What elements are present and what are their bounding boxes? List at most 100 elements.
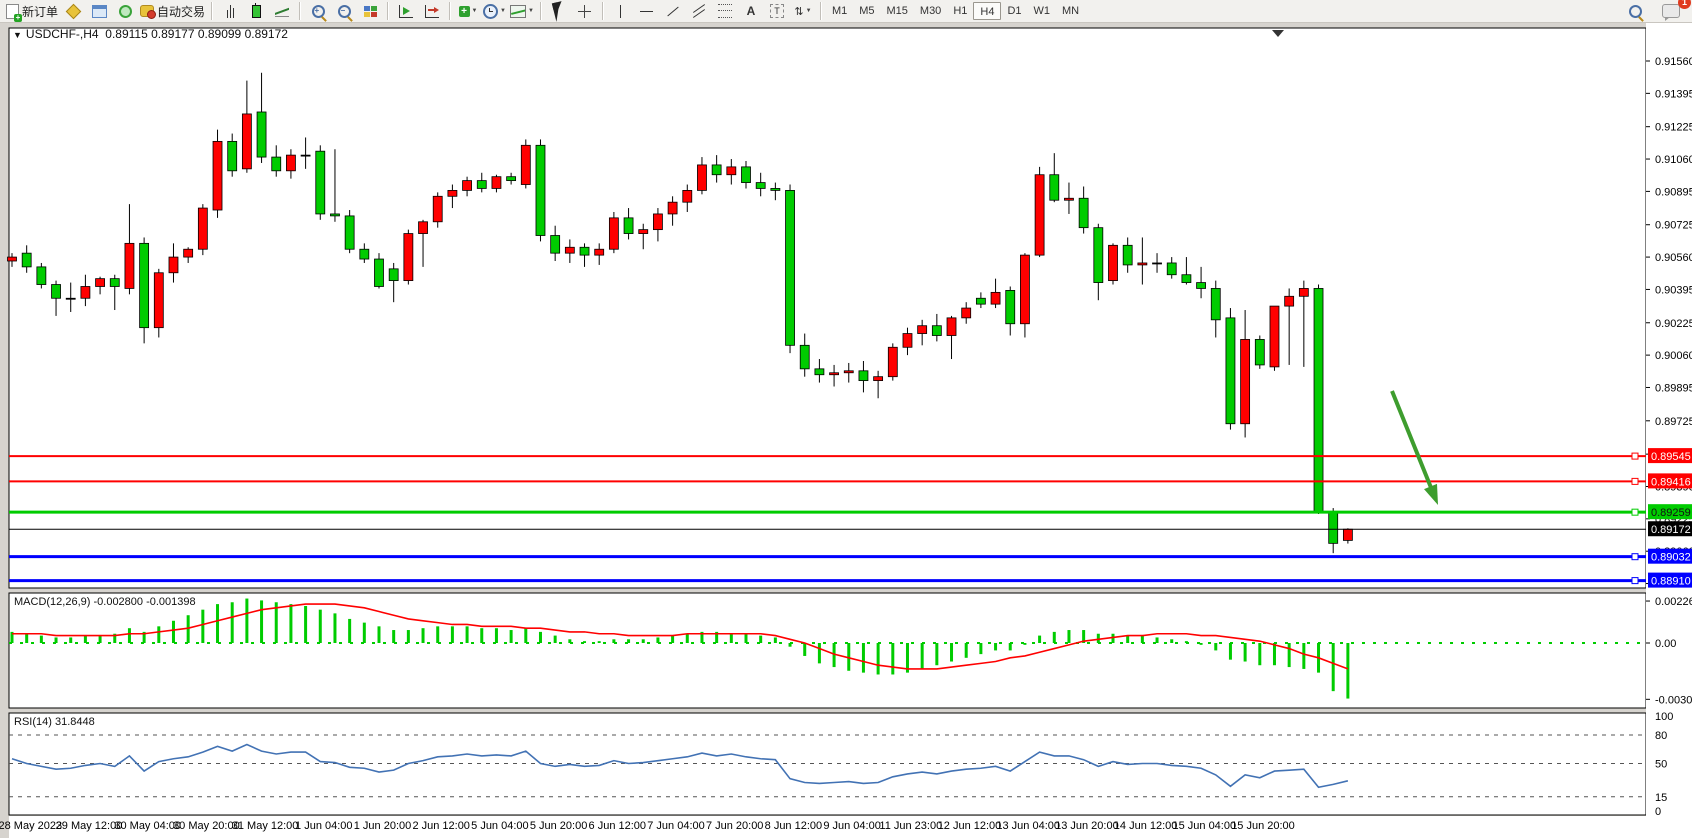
macd-bar <box>1244 643 1247 662</box>
macd-bar <box>333 613 336 643</box>
notifications-button[interactable]: 1 <box>1658 1 1684 21</box>
trendline-tool-button[interactable] <box>660 1 686 21</box>
time-tick-label: 2 Jun 12:00 <box>412 820 470 832</box>
arrows-tool-button[interactable]: ⇅▼ <box>790 1 816 21</box>
line-chart-button[interactable] <box>269 1 295 21</box>
timeframe-m1-button[interactable]: M1 <box>826 2 853 20</box>
autotrading-button[interactable]: 自动交易 <box>138 1 207 21</box>
level-anchor-marker[interactable] <box>1632 453 1638 459</box>
search-button[interactable] <box>1622 1 1648 21</box>
indicators-icon: + <box>459 6 470 17</box>
notification-badge: 1 <box>1678 0 1691 9</box>
candle-body <box>918 326 927 334</box>
macd-bar <box>348 619 351 643</box>
text-tool-button[interactable]: A <box>738 1 764 21</box>
new-order-button[interactable]: + 新订单 <box>4 1 60 21</box>
timeframe-h1-button[interactable]: H1 <box>947 2 973 20</box>
one-click-expander-icon[interactable]: ▼ <box>13 30 22 40</box>
tile-windows-button[interactable] <box>357 1 383 21</box>
candle-body <box>389 269 398 281</box>
macd-bar <box>1023 643 1026 645</box>
bar-chart-button[interactable] <box>217 1 243 21</box>
candle-body <box>1343 529 1352 540</box>
strategy-signal-button[interactable] <box>112 1 138 21</box>
fibonacci-tool-button[interactable] <box>712 1 738 21</box>
main-pane[interactable] <box>9 28 1646 588</box>
macd-bar <box>378 626 381 643</box>
channel-tool-button[interactable] <box>686 1 712 21</box>
macd-bar <box>1038 636 1041 643</box>
auto-scroll-icon <box>399 5 413 18</box>
label-tool-button[interactable]: T <box>764 1 790 21</box>
macd-bar <box>1288 643 1291 667</box>
zoom-in-button[interactable]: + <box>305 1 331 21</box>
candle-body <box>507 177 516 181</box>
macd-bar <box>803 643 806 656</box>
rsi-value: 31.8448 <box>55 716 95 728</box>
macd-bar <box>510 630 513 643</box>
rsi-tick-label: 15 <box>1655 792 1667 804</box>
vertical-line-icon <box>620 5 621 18</box>
macd-bar <box>1200 643 1203 645</box>
level-anchor-marker[interactable] <box>1632 509 1638 515</box>
timeframe-mn-button[interactable]: MN <box>1056 2 1085 20</box>
time-tick-label: 12 Jun 12:00 <box>938 820 1002 832</box>
macd-value: -0.002800 <box>93 596 143 608</box>
candle-body <box>771 188 780 190</box>
candlestick-chart-button[interactable] <box>243 1 269 21</box>
macd-bar <box>612 639 615 643</box>
candle-body <box>844 371 853 373</box>
macd-bar <box>363 623 366 643</box>
candle-body <box>859 371 868 381</box>
cursor-tool-button[interactable] <box>546 1 572 21</box>
price-tick-label: 0.90225 <box>1655 318 1692 330</box>
market-watch-button[interactable] <box>60 1 86 21</box>
data-window-button[interactable] <box>86 1 112 21</box>
auto-scroll-button[interactable] <box>393 1 419 21</box>
timeframe-d1-button[interactable]: D1 <box>1001 2 1027 20</box>
macd-bar <box>642 639 645 643</box>
candle-body <box>1109 245 1118 280</box>
timeframe-h4-button[interactable]: H4 <box>973 2 1001 20</box>
macd-bar <box>201 610 204 643</box>
level-anchor-marker[interactable] <box>1632 554 1638 560</box>
candle-body <box>37 267 46 285</box>
macd-bar <box>304 606 307 643</box>
macd-bar <box>789 643 792 647</box>
crosshair-tool-button[interactable] <box>572 1 598 21</box>
label-tool-icon: T <box>770 4 784 18</box>
candle-body <box>125 243 134 288</box>
price-tick-label: 0.89725 <box>1655 416 1692 428</box>
timeframe-m5-button[interactable]: M5 <box>853 2 880 20</box>
toolbar-separator <box>211 2 213 20</box>
zoom-out-button[interactable]: − <box>331 1 357 21</box>
timeframe-w1-button[interactable]: W1 <box>1028 2 1057 20</box>
indicators-button[interactable]: +▼ <box>455 1 481 21</box>
candle-body <box>932 326 941 336</box>
vertical-line-tool-button[interactable] <box>608 1 634 21</box>
chart-shift-button[interactable] <box>419 1 445 21</box>
timeframe-m15-button[interactable]: M15 <box>881 2 914 20</box>
candle-body <box>213 141 222 210</box>
price-level-label: 0.89545 <box>1651 451 1691 463</box>
trendline-icon <box>667 6 678 16</box>
chart-canvas[interactable]: 0.915600.913950.912250.910600.908950.907… <box>0 23 1692 838</box>
level-anchor-marker[interactable] <box>1632 478 1638 484</box>
quote-line[interactable]: ▼USDCHF-,H4 0.89115 0.89177 0.89099 0.89… <box>13 27 288 41</box>
timeframe-m30-button[interactable]: M30 <box>914 2 947 20</box>
level-anchor-marker[interactable] <box>1632 578 1638 584</box>
candle-body <box>991 292 1000 304</box>
candle-body <box>1329 512 1338 543</box>
templates-button[interactable]: ▼ <box>508 1 536 21</box>
macd-bar <box>759 636 762 643</box>
macd-bar <box>422 628 425 643</box>
quote-high: 0.89177 <box>151 27 194 41</box>
search-icon <box>1629 5 1642 18</box>
candle-body <box>81 286 90 298</box>
horizontal-line-tool-button[interactable] <box>634 1 660 21</box>
price-tick-label: 0.91395 <box>1655 88 1692 100</box>
macd-bar <box>128 628 131 643</box>
macd-pane[interactable] <box>9 593 1646 708</box>
periods-button[interactable]: ▼ <box>481 1 508 21</box>
candle-body <box>345 216 354 249</box>
